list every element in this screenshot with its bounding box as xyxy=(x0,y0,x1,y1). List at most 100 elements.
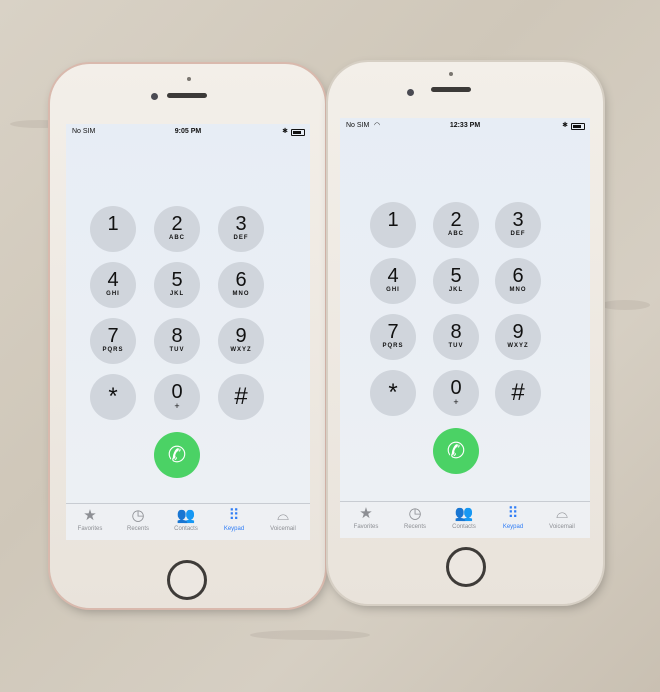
tab-label: Keypad xyxy=(502,524,524,530)
key-letters: TUV xyxy=(448,343,464,349)
phone-screen: No SIM 9:05 PM ✱ 1 2 ABC 3 DEF 4 GHI 5 JKL 6… xyxy=(66,124,310,540)
key-digit: 2 xyxy=(171,213,183,235)
tab-voicemail[interactable]: ⌓ Voicemail xyxy=(259,508,307,533)
clock: 9:05 PM xyxy=(174,128,202,135)
key-7[interactable]: 7 PQRS xyxy=(370,314,416,360)
tab-keypad[interactable]: ⠿ Keypad xyxy=(210,508,258,533)
people-icon: 👥 xyxy=(454,505,474,522)
tab-contacts[interactable]: 👥 Contacts xyxy=(440,505,488,531)
status-bar: No SIM 9:05 PM ✱ xyxy=(66,126,310,138)
key-0[interactable]: 0 + xyxy=(433,370,479,416)
status-bar: No SIM ◠ 12:33 PM ✱ xyxy=(340,120,590,132)
phone-screen: No SIM ◠ 12:33 PM ✱ 1 2 ABC 3 DEF 4 GHI 5 JK… xyxy=(340,118,590,538)
tab-contacts[interactable]: 👥 Contacts xyxy=(162,508,210,533)
key-letters: DEF xyxy=(510,231,526,237)
tab-bar: ★ Favorites ◷ Recents 👥 Contacts ⠿ Keypad ⌓ V… xyxy=(340,501,590,538)
key-digit: 1 xyxy=(387,209,399,231)
star-icon: ★ xyxy=(83,507,97,524)
key-digit: 8 xyxy=(171,325,183,347)
battery-icon xyxy=(571,123,585,130)
proximity-sensor xyxy=(187,77,191,81)
call-button[interactable]: ✆ xyxy=(433,428,479,474)
key-letters: WXYZ xyxy=(230,347,252,353)
tab-label: Voicemail xyxy=(549,524,575,530)
phone-handset-icon: ✆ xyxy=(167,442,187,467)
key-6[interactable]: 6 MNO xyxy=(495,258,541,304)
star-icon: ★ xyxy=(359,505,373,522)
key-digit: 7 xyxy=(107,325,119,347)
key-letters: DEF xyxy=(233,235,249,241)
battery-icon xyxy=(291,129,305,136)
key-letters: ABC xyxy=(448,231,464,237)
key-9[interactable]: 9 WXYZ xyxy=(495,314,541,360)
key-digit: # xyxy=(511,379,525,406)
key-letters: + xyxy=(174,401,180,411)
tab-label: Contacts xyxy=(452,524,476,530)
key-8[interactable]: 8 TUV xyxy=(154,318,200,364)
key-1[interactable]: 1 xyxy=(90,206,136,252)
key-4[interactable]: 4 GHI xyxy=(90,262,136,308)
key-8[interactable]: 8 TUV xyxy=(433,314,479,360)
tab-recents[interactable]: ◷ Recents xyxy=(391,505,439,531)
tab-voicemail[interactable]: ⌓ Voicemail xyxy=(538,505,586,531)
key-digit: # xyxy=(234,383,248,410)
key-4[interactable]: 4 GHI xyxy=(370,258,416,304)
key-digit: 5 xyxy=(450,265,462,287)
key-star[interactable]: * xyxy=(370,370,416,416)
key-digit: 3 xyxy=(235,213,247,235)
key-digit: 3 xyxy=(512,209,524,231)
call-button[interactable]: ✆ xyxy=(154,432,200,478)
tab-label: Voicemail xyxy=(270,526,296,532)
key-digit: 7 xyxy=(387,321,399,343)
key-6[interactable]: 6 MNO xyxy=(218,262,264,308)
home-button[interactable] xyxy=(446,547,486,587)
key-digit: 9 xyxy=(235,325,247,347)
key-7[interactable]: 7 PQRS xyxy=(90,318,136,364)
key-9[interactable]: 9 WXYZ xyxy=(218,318,264,364)
tab-recents[interactable]: ◷ Recents xyxy=(114,508,162,533)
key-2[interactable]: 2 ABC xyxy=(154,206,200,252)
tab-label: Keypad xyxy=(223,526,245,532)
front-camera xyxy=(407,89,414,96)
key-letters: GHI xyxy=(386,287,400,293)
key-5[interactable]: 5 JKL xyxy=(154,262,200,308)
earpiece-speaker xyxy=(167,93,207,98)
key-5[interactable]: 5 JKL xyxy=(433,258,479,304)
key-digit: 0 xyxy=(450,377,462,399)
tab-keypad[interactable]: ⠿ Keypad xyxy=(489,506,537,531)
key-1[interactable]: 1 xyxy=(370,202,416,248)
key-0[interactable]: 0 + xyxy=(154,374,200,420)
key-3[interactable]: 3 DEF xyxy=(495,202,541,248)
key-letters: MNO xyxy=(509,287,527,293)
earpiece-speaker xyxy=(431,87,471,92)
tab-bar: ★ Favorites ◷ Recents 👥 Contacts ⠿ Keypad ⌓ V… xyxy=(66,503,310,540)
key-hash[interactable]: # xyxy=(218,374,264,420)
tab-favorites[interactable]: ★ Favorites xyxy=(342,505,390,531)
clock-icon: ◷ xyxy=(408,505,422,522)
key-letters: PQRS xyxy=(382,343,404,349)
key-hash[interactable]: # xyxy=(495,370,541,416)
key-digit: 0 xyxy=(171,381,183,403)
key-digit: 1 xyxy=(107,213,119,235)
tab-label: Recents xyxy=(403,524,426,530)
key-digit: 4 xyxy=(107,269,119,291)
clock: 12:33 PM xyxy=(449,122,481,129)
key-letters: MNO xyxy=(232,291,250,297)
tab-label: Favorites xyxy=(77,526,103,532)
key-letters: JKL xyxy=(448,287,464,293)
key-digit: 5 xyxy=(171,269,183,291)
key-star[interactable]: * xyxy=(90,374,136,420)
key-letters: ABC xyxy=(169,235,185,241)
tab-label: Recents xyxy=(126,526,149,532)
voicemail-icon: ⌓ xyxy=(556,505,568,522)
bluetooth-icon: ✱ xyxy=(562,122,568,129)
key-2[interactable]: 2 ABC xyxy=(433,202,479,248)
key-digit: 6 xyxy=(512,265,524,287)
tab-favorites[interactable]: ★ Favorites xyxy=(66,507,114,533)
home-button[interactable] xyxy=(167,560,207,600)
key-digit: 9 xyxy=(512,321,524,343)
bluetooth-icon: ✱ xyxy=(282,128,288,135)
key-digit: 6 xyxy=(235,269,247,291)
phone-handset-icon: ✆ xyxy=(446,438,466,463)
key-3[interactable]: 3 DEF xyxy=(218,206,264,252)
